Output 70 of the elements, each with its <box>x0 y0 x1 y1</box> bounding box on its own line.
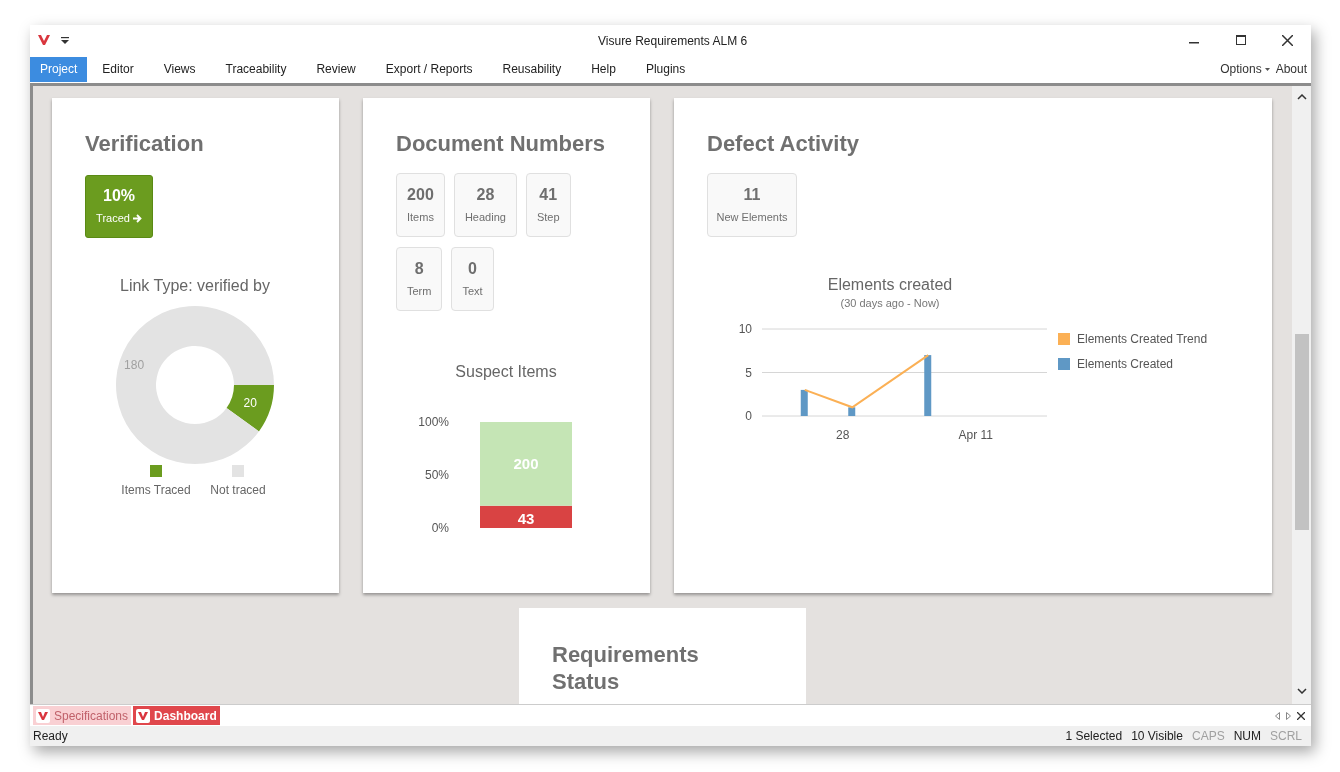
status-indicator: SCRL <box>1270 728 1302 745</box>
stat-tile: 200 Items <box>396 173 445 237</box>
caret-icon <box>1264 67 1270 71</box>
axis-label: 10 <box>738 322 752 336</box>
legend-label: Elements Created Trend <box>1077 332 1208 346</box>
window-title: Visure Requirements ALM 6 <box>598 33 748 50</box>
options-menu[interactable]: Options <box>1220 60 1270 78</box>
data-label: 180 <box>124 358 145 373</box>
legend-swatch <box>150 465 162 477</box>
menu-tab[interactable]: Traceability <box>215 56 297 82</box>
card-title: Document Numbers <box>396 131 607 157</box>
axis-label: 0 <box>745 409 752 423</box>
menu-tab[interactable]: Reusability <box>492 56 572 82</box>
data-label: 200 <box>513 454 539 472</box>
chart-title: Suspect Items <box>455 363 557 380</box>
dropdown-arrow-icon[interactable] <box>61 36 69 44</box>
scroll-up-icon[interactable] <box>1296 94 1307 100</box>
status-indicator: 1 Selected <box>1065 728 1123 745</box>
bar <box>924 355 932 416</box>
maximize-icon[interactable] <box>1236 35 1246 45</box>
legend-label: Items Traced <box>121 483 191 497</box>
status-text: Ready <box>33 728 68 745</box>
menu-tab[interactable]: Plugins <box>635 56 696 82</box>
stat-tile: 8 Term <box>396 247 443 311</box>
arrow-right-icon <box>132 214 142 223</box>
legend-swatch <box>1058 358 1070 370</box>
axis-label: Apr 11 <box>958 428 993 442</box>
card-title: Defect Activity <box>707 131 860 157</box>
data-label: 20 <box>243 395 257 410</box>
status-indicator: 10 Visible <box>1131 728 1183 745</box>
axis-label: 0% <box>431 521 449 535</box>
axis-label: 50% <box>424 468 449 482</box>
about-menu[interactable]: About <box>1275 60 1307 78</box>
app-logo-icon <box>136 708 151 723</box>
menu-tab[interactable]: Review <box>306 56 366 82</box>
chart-subtitle: (30 days ago - Now) <box>840 297 940 309</box>
axis-label: 5 <box>745 365 752 380</box>
scroll-right-icon[interactable] <box>1286 711 1291 720</box>
close-icon[interactable] <box>1297 711 1305 720</box>
status-indicator: CAPS <box>1191 728 1225 745</box>
legend-label: Not traced <box>210 483 266 497</box>
legend-swatch <box>232 465 244 477</box>
scrollbar-thumb[interactable] <box>1294 334 1309 530</box>
scroll-left-icon[interactable] <box>1275 711 1280 720</box>
chart-title: Link Type: verified by <box>120 277 270 294</box>
stat-tile: 28 Heading <box>453 173 517 237</box>
menu-tab[interactable]: Export / Reports <box>375 56 483 82</box>
app-logo-icon <box>38 35 50 45</box>
status-indicator: NUM <box>1233 728 1261 745</box>
menu-tab[interactable]: Editor <box>92 56 144 82</box>
stat-tile: 41 Step <box>525 173 571 237</box>
close-icon[interactable] <box>1282 34 1293 46</box>
stat-tile: 0 Text <box>451 247 494 311</box>
stat-tile: 11 New Elements <box>707 173 797 237</box>
data-label: 43 <box>517 510 535 527</box>
scroll-down-icon[interactable] <box>1296 688 1307 694</box>
bar <box>848 407 856 416</box>
legend-label: Elements Created <box>1077 357 1174 371</box>
axis-label: 28 <box>836 428 850 442</box>
scrollbar[interactable] <box>1292 86 1311 704</box>
card-title: Requirements Status <box>552 641 700 695</box>
bar <box>800 389 808 416</box>
document-tab[interactable]: Dashboard <box>133 706 220 725</box>
card-title: Verification <box>85 131 205 157</box>
legend-swatch <box>1058 333 1070 345</box>
menu-tab[interactable]: Views <box>153 56 206 82</box>
app-logo-icon <box>36 708 50 723</box>
menu-tab[interactable]: Help <box>581 56 626 82</box>
chart-title: Elements created <box>827 276 953 293</box>
axis-label: 100% <box>418 415 449 429</box>
